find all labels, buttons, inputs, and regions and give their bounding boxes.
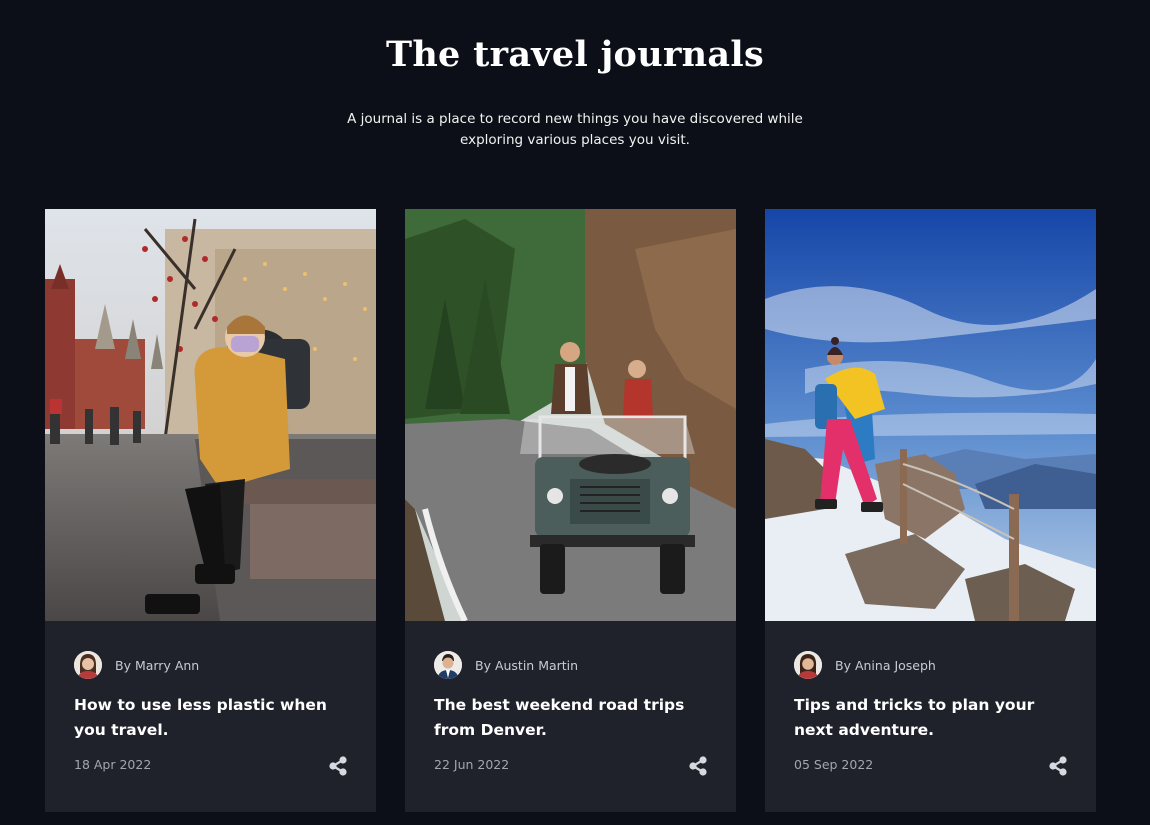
author[interactable]: By Austin Martin — [434, 651, 578, 679]
city-street-photo[interactable] — [45, 209, 376, 621]
author[interactable]: By Anina Joseph — [794, 651, 936, 679]
journal-card[interactable]: By Anina Joseph Tips and tricks to plan … — [765, 209, 1096, 812]
card-date: 22 Jun 2022 — [434, 757, 510, 772]
road-trip-jeep-photo[interactable] — [405, 209, 736, 621]
author-name: By Marry Ann — [115, 657, 200, 673]
journal-card[interactable]: By Marry Ann How to use less plastic whe… — [45, 209, 376, 812]
card-title[interactable]: The best weekend road trips from Denver. — [434, 693, 714, 743]
card-date: 05 Sep 2022 — [794, 757, 874, 772]
author-name: By Anina Joseph — [835, 657, 936, 673]
author[interactable]: By Marry Ann — [74, 651, 199, 679]
card-date: 18 Apr 2022 — [74, 757, 152, 772]
man-avatar[interactable] — [434, 651, 462, 679]
mountain-hiker-photo[interactable] — [765, 209, 1096, 621]
woman-avatar[interactable] — [74, 651, 102, 679]
page-title: The travel journals — [385, 34, 765, 75]
woman-avatar[interactable] — [794, 651, 822, 679]
card-title[interactable]: Tips and tricks to plan your next advent… — [794, 693, 1074, 743]
page-subtitle: A journal is a place to record new thing… — [347, 111, 803, 148]
share-icon[interactable] — [687, 755, 709, 777]
share-icon[interactable] — [1047, 755, 1069, 777]
journal-card[interactable]: By Austin Martin The best weekend road t… — [405, 209, 736, 812]
card-title[interactable]: How to use less plastic when you travel. — [74, 693, 354, 743]
author-name: By Austin Martin — [475, 657, 579, 673]
share-icon[interactable] — [327, 755, 349, 777]
